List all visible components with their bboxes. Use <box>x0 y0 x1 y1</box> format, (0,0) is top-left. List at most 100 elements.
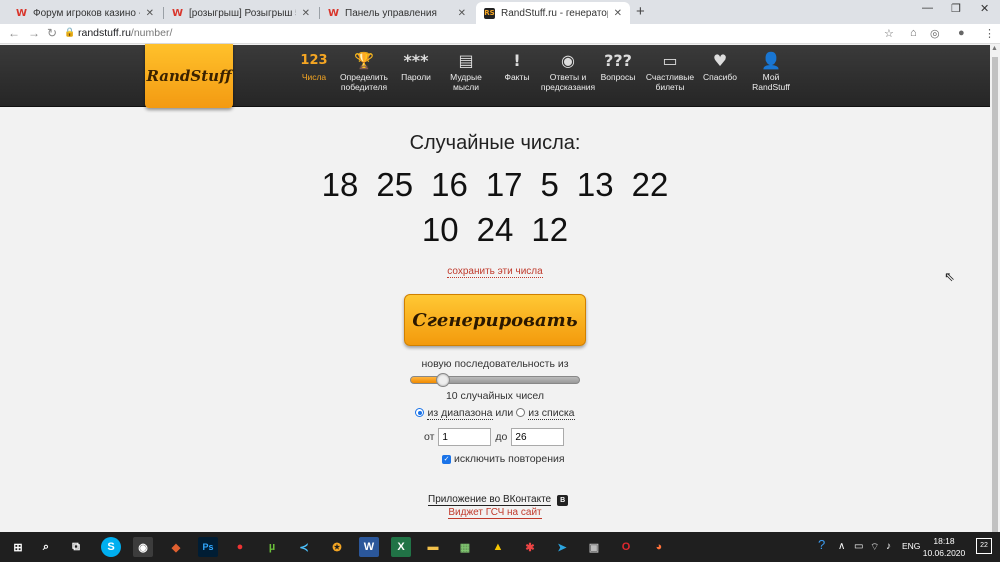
tray-app-icon[interactable]: ▭ <box>854 541 863 552</box>
folder-icon[interactable]: ▬ <box>423 537 443 557</box>
close-icon[interactable]: ✕ <box>614 8 622 19</box>
tab-favicon: W <box>171 7 184 19</box>
opera-icon[interactable]: O <box>616 537 636 557</box>
close-icon[interactable]: ✕ <box>146 8 154 19</box>
slider-handle[interactable] <box>435 373 450 387</box>
widget-link[interactable]: Виджет ГСЧ на сайт <box>448 507 542 519</box>
count-slider[interactable] <box>410 373 580 387</box>
wifi-icon[interactable]: ⌔ <box>870 541 879 554</box>
browser-tab-4-active[interactable]: RS RandStuff.ru - генератор случай ✕ <box>476 2 630 24</box>
lock-icon[interactable]: 🔒 <box>64 27 75 38</box>
nav-answers[interactable]: ◉ Ответы и предсказания <box>540 50 596 92</box>
minimize-icon[interactable]: — <box>922 2 933 14</box>
from-input[interactable] <box>438 428 492 446</box>
back-icon[interactable]: ← <box>8 26 20 40</box>
chrome-icon[interactable]: ◉ <box>133 537 153 557</box>
trophy-icon: 🏆 <box>354 51 374 70</box>
telegram-icon[interactable]: ➤ <box>552 537 572 557</box>
nav-label: Пароли <box>401 72 431 82</box>
browser-menu-icon[interactable]: ⋮ <box>984 27 995 40</box>
tab-favicon: W <box>15 7 28 19</box>
random-number: 16 <box>431 166 468 203</box>
search-icon[interactable]: ⌕ <box>36 537 56 557</box>
nav-wise-thoughts[interactable]: ▤ Мудрые мысли <box>438 50 494 92</box>
range-option-label[interactable]: из диапазона <box>427 407 493 420</box>
to-input[interactable] <box>511 428 565 446</box>
taskbar-clock[interactable]: 18:18 10.06.2020 <box>922 535 966 559</box>
url-field[interactable]: randstuff.ru/number/ <box>78 27 172 39</box>
nav-passwords[interactable]: *** Пароли <box>388 50 444 82</box>
photoshop-icon[interactable]: Ps <box>198 537 218 557</box>
source-options: из диапазона или из списка <box>0 407 990 420</box>
language-indicator[interactable]: ENG <box>902 541 920 551</box>
utorrent-icon[interactable]: µ <box>262 537 282 557</box>
help-icon[interactable]: ? <box>818 537 825 552</box>
notification-center-icon[interactable]: 22 <box>976 538 992 554</box>
task-view-icon[interactable]: ⧉ <box>66 537 86 557</box>
app-icon[interactable]: ◆ <box>166 537 186 557</box>
nav-winner[interactable]: 🏆 Определить победителя <box>336 50 392 92</box>
user-icon: 👤 <box>761 51 781 70</box>
nav-numbers[interactable]: 123 Числа <box>286 50 342 82</box>
heart-icon: ♥ <box>712 51 728 70</box>
tray-expand-icon[interactable]: ∧ <box>838 541 845 552</box>
forward-icon[interactable]: → <box>28 26 40 40</box>
note-icon: ▤ <box>458 51 474 70</box>
extension-vpn-icon[interactable]: ◎ <box>930 27 940 40</box>
mouse-cursor-icon: ⇖ <box>944 269 955 284</box>
nav-my-randstuff[interactable]: 👤 Мой RandStuff <box>743 50 799 92</box>
url-host: randstuff.ru <box>78 27 131 39</box>
extension-home-icon[interactable]: ⌂ <box>910 27 917 39</box>
word-icon[interactable]: W <box>359 537 379 557</box>
maximize-icon[interactable]: ❐ <box>951 2 961 15</box>
notes-icon[interactable]: ▦ <box>455 537 475 557</box>
vk-app-link[interactable]: Приложение во ВКонтакте <box>428 494 552 506</box>
volume-icon[interactable]: ♪ <box>886 541 891 552</box>
nav-thanks[interactable]: ♥ Спасибо <box>692 50 748 82</box>
excel-icon[interactable]: X <box>391 537 411 557</box>
site-logo[interactable]: RandStuff <box>145 44 233 108</box>
browser-tab-2[interactable]: W [розыгрыш] Розыгрыш 5 000 в ✕ <box>164 2 318 24</box>
reload-icon[interactable]: ↻ <box>47 26 57 40</box>
range-radio[interactable] <box>415 408 425 417</box>
nav-label: Мудрые мысли <box>450 72 482 92</box>
app-icon[interactable]: ✪ <box>327 537 347 557</box>
generate-button[interactable]: Сгенерировать <box>404 294 586 346</box>
app-icon[interactable]: ▲ <box>488 537 508 557</box>
nav-questions[interactable]: ??? Вопросы <box>590 50 646 82</box>
logo-text: RandStuff <box>146 67 232 85</box>
vk-icon[interactable]: В <box>557 494 569 506</box>
scrollbar-thumb[interactable] <box>992 57 998 537</box>
sequence-label: новую последовательность из <box>421 358 569 370</box>
scroll-up-icon[interactable]: ▲ <box>991 45 998 52</box>
page-scrollbar[interactable]: ▲ <box>990 45 1000 537</box>
tab-favicon: W <box>327 7 340 19</box>
browser-tab-3[interactable]: W Панель управления ✕ <box>320 2 474 24</box>
save-numbers-link[interactable]: сохранить эти числа <box>447 266 543 278</box>
close-icon[interactable]: ✕ <box>302 8 310 19</box>
no-repeat-checkbox[interactable]: ✓ <box>442 454 451 464</box>
no-repeat-option[interactable]: ✓ исключить повторения <box>442 453 565 465</box>
save-icon[interactable]: ▣ <box>584 537 604 557</box>
bookmark-star-icon[interactable]: ☆ <box>884 27 894 40</box>
skype-icon[interactable]: S <box>101 537 121 557</box>
clock-date: 10.06.2020 <box>922 548 966 558</box>
count-label: 10 случайных чисел <box>445 390 545 402</box>
widget-link-row: Виджет ГСЧ на сайт <box>0 507 990 519</box>
new-tab-icon[interactable]: + <box>636 3 645 20</box>
recorder-icon[interactable]: ● <box>230 537 250 557</box>
close-icon[interactable]: ✕ <box>458 8 466 19</box>
nav-facts[interactable]: ! Факты <box>489 50 545 82</box>
windows-start-icon[interactable]: ⊞ <box>8 537 28 557</box>
vscode-icon[interactable]: ≺ <box>294 537 314 557</box>
window-close-icon[interactable]: ✕ <box>980 2 989 15</box>
list-radio[interactable] <box>516 408 526 417</box>
browser-tab-1[interactable]: W Форум игроков казино - WINGA ✕ <box>8 2 162 24</box>
clock-time: 18:18 <box>933 536 955 546</box>
firefox-icon[interactable]: ◕ <box>649 537 669 557</box>
app-icon[interactable]: ✱ <box>520 537 540 557</box>
profile-avatar-icon[interactable]: ● <box>958 27 965 39</box>
list-option-label[interactable]: из списка <box>528 407 575 420</box>
random-number: 22 <box>631 166 669 203</box>
nav-lucky-tickets[interactable]: ▭ Счастливые билеты <box>642 50 698 92</box>
